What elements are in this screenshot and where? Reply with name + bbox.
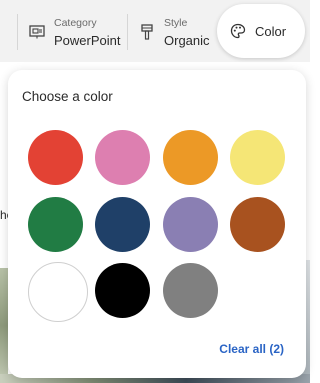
swatch-brown[interactable]: [230, 197, 285, 252]
category-filter[interactable]: Category PowerPoint: [28, 12, 120, 52]
swatch-pink[interactable]: [95, 130, 150, 185]
swatch-yellow[interactable]: [230, 130, 285, 185]
swatch-navy[interactable]: [95, 197, 150, 252]
style-filter[interactable]: Style Organic: [138, 12, 210, 52]
swatch-black[interactable]: [95, 263, 150, 318]
background-image-left: [0, 268, 8, 383]
slides-icon: [28, 23, 46, 41]
style-value: Organic: [164, 32, 210, 48]
brush-icon: [138, 23, 156, 41]
style-label: Style: [164, 16, 188, 29]
swatch-purple[interactable]: [163, 197, 218, 252]
swatch-red[interactable]: [28, 130, 83, 185]
color-filter-button[interactable]: Color: [217, 4, 305, 58]
color-picker-panel: Choose a color Clear all (2): [8, 70, 306, 378]
swatch-white[interactable]: [28, 262, 88, 322]
palette-icon: [229, 22, 247, 40]
color-filter-label: Color: [255, 23, 287, 39]
swatch-green[interactable]: [28, 197, 83, 252]
filter-bar: Category PowerPoint Style Organic Color: [0, 0, 310, 62]
filter-divider: [17, 14, 18, 50]
swatch-gray[interactable]: [163, 263, 218, 318]
category-label: Category: [54, 16, 97, 29]
category-value: PowerPoint: [54, 32, 121, 48]
filter-divider: [127, 14, 128, 50]
swatch-orange[interactable]: [163, 130, 218, 185]
panel-title: Choose a color: [22, 89, 113, 104]
clear-all-link[interactable]: Clear all (2): [219, 342, 284, 356]
